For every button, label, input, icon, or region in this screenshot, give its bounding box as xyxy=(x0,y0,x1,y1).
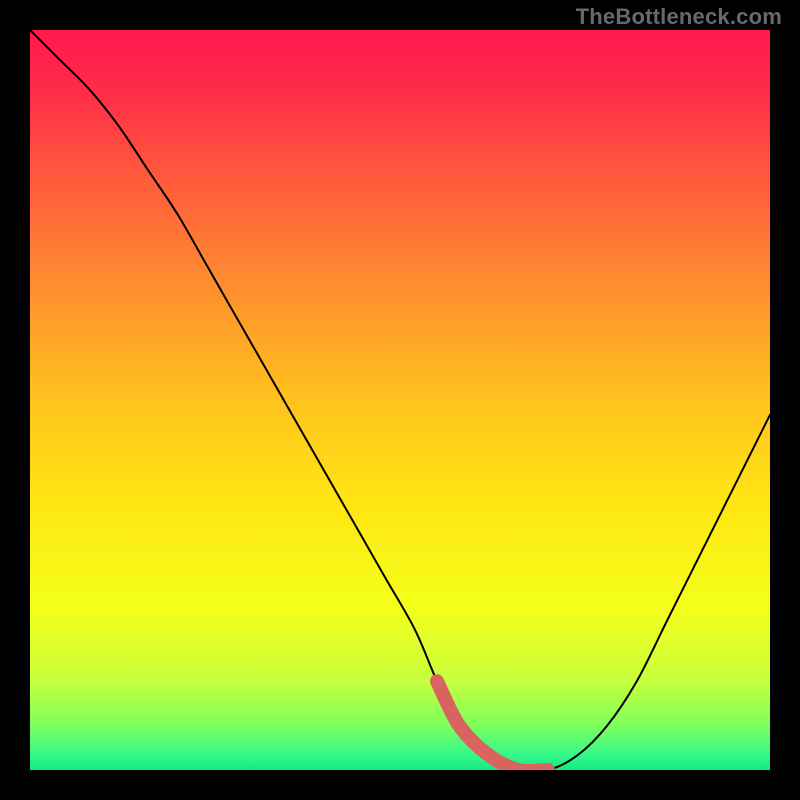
gradient-background xyxy=(30,30,770,770)
bottleneck-chart xyxy=(30,30,770,770)
chart-container: TheBottleneck.com xyxy=(0,0,800,800)
watermark-text: TheBottleneck.com xyxy=(576,4,782,30)
